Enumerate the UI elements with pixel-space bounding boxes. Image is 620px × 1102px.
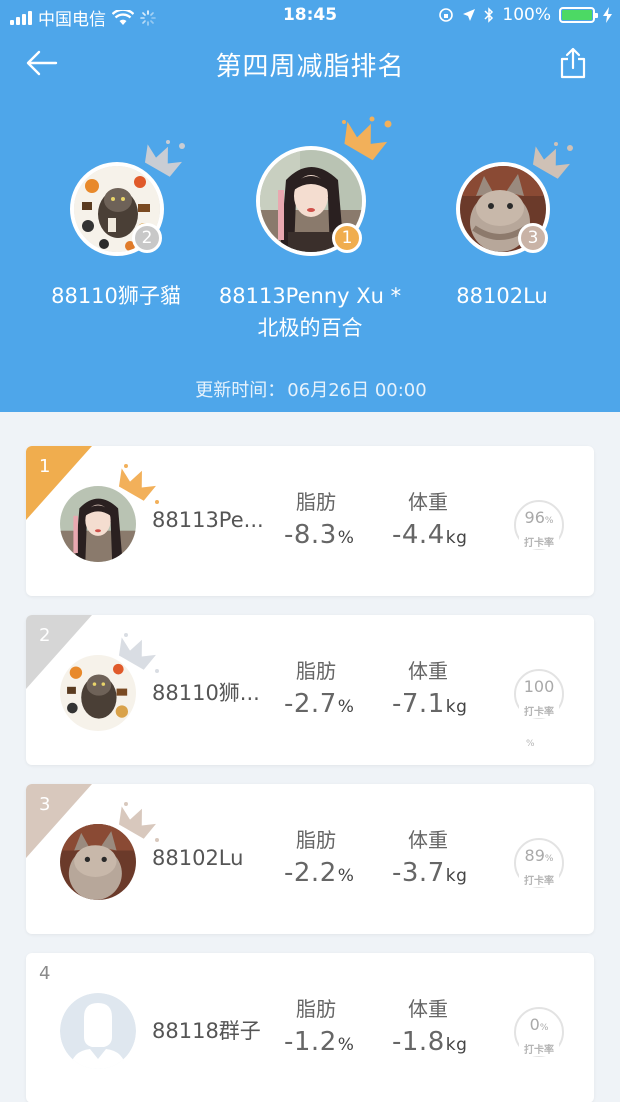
weight-label: 体重 bbox=[408, 997, 448, 1021]
checkin-rate-label: 打卡率 bbox=[519, 1041, 559, 1056]
podium-name: 88102Lu bbox=[456, 284, 548, 308]
weight-value: -1.8kg bbox=[392, 1027, 468, 1057]
checkin-rate-label: 打卡率 bbox=[519, 534, 559, 549]
checkin-rate-unit: % bbox=[526, 739, 535, 749]
avatar bbox=[60, 655, 136, 731]
fat-label: 脂肪 bbox=[296, 490, 336, 514]
fat-label: 脂肪 bbox=[296, 659, 336, 683]
fat-value: -1.2% bbox=[284, 1027, 355, 1057]
rank-number: 2 bbox=[39, 625, 51, 646]
fat-value: -2.7% bbox=[284, 689, 355, 719]
weight-label: 体重 bbox=[408, 828, 448, 852]
update-time-value: 06月26日 00:00 bbox=[287, 380, 427, 401]
ranking-card[interactable]: 1 88113Pe... 脂肪 -8.3% 体重 -4.4kg 96% 打卡率 bbox=[26, 446, 594, 596]
charging-icon bbox=[603, 7, 612, 23]
rank-badge: 1 bbox=[332, 223, 362, 253]
weight-value: -7.1kg bbox=[392, 689, 468, 719]
member-name: 88118群子 bbox=[152, 1019, 261, 1043]
weight-value: -3.7kg bbox=[392, 858, 468, 888]
ranking-card[interactable]: 2 88110狮... 脂肪 -2.7% 体重 -7.1kg 100 打卡率 % bbox=[26, 615, 594, 765]
header: 中国电信 18:45 100% 第四周减脂排名 2 88110狮子貓 1 881… bbox=[0, 0, 620, 412]
battery-percent: 100% bbox=[502, 5, 551, 25]
share-icon bbox=[560, 47, 586, 79]
weight-label: 体重 bbox=[408, 659, 448, 683]
avatar bbox=[60, 824, 136, 900]
member-name: 88113Pe... bbox=[152, 508, 264, 532]
rank-number: 4 bbox=[39, 963, 51, 984]
checkin-rate-label: 打卡率 bbox=[519, 872, 559, 887]
ranking-card[interactable]: 3 88102Lu 脂肪 -2.2% 体重 -3.7kg 89% 打卡率 bbox=[26, 784, 594, 934]
page-title: 第四周减脂排名 bbox=[215, 52, 405, 82]
rank-number: 1 bbox=[39, 456, 51, 477]
weight-label: 体重 bbox=[408, 490, 448, 514]
share-button[interactable] bbox=[558, 46, 588, 80]
podium-name: 88110狮子貓 bbox=[51, 284, 181, 308]
bluetooth-icon bbox=[484, 7, 494, 23]
rank-badge: 2 bbox=[132, 223, 162, 253]
fat-label: 脂肪 bbox=[296, 997, 336, 1021]
fat-label: 脂肪 bbox=[296, 828, 336, 852]
update-time-label: 更新时间： bbox=[195, 380, 286, 401]
fat-value: -2.2% bbox=[284, 858, 355, 888]
fat-value: -8.3% bbox=[284, 520, 355, 550]
member-name: 88110狮... bbox=[152, 681, 260, 705]
default-avatar-icon bbox=[60, 993, 136, 1069]
rank-badge: 3 bbox=[518, 223, 548, 253]
member-name: 88102Lu bbox=[152, 846, 244, 870]
ranking-card[interactable]: 4 88118群子 脂肪 -1.2% 体重 -1.8kg 0% 打卡率 bbox=[26, 953, 594, 1102]
orientation-lock-icon bbox=[439, 8, 454, 22]
checkin-rate-label: 打卡率 bbox=[519, 703, 559, 718]
weight-value: -4.4kg bbox=[392, 520, 468, 550]
podium-name: 88113Penny Xu * 北极的百合 bbox=[218, 284, 402, 340]
battery-icon bbox=[559, 7, 598, 23]
avatar bbox=[60, 486, 136, 562]
rank-number: 3 bbox=[39, 794, 51, 815]
update-time: 更新时间： 06月26日 00:00 bbox=[0, 376, 620, 402]
location-icon bbox=[463, 9, 476, 21]
status-bar: 中国电信 18:45 100% bbox=[0, 0, 620, 32]
nav-bar: 第四周减脂排名 bbox=[0, 40, 620, 86]
